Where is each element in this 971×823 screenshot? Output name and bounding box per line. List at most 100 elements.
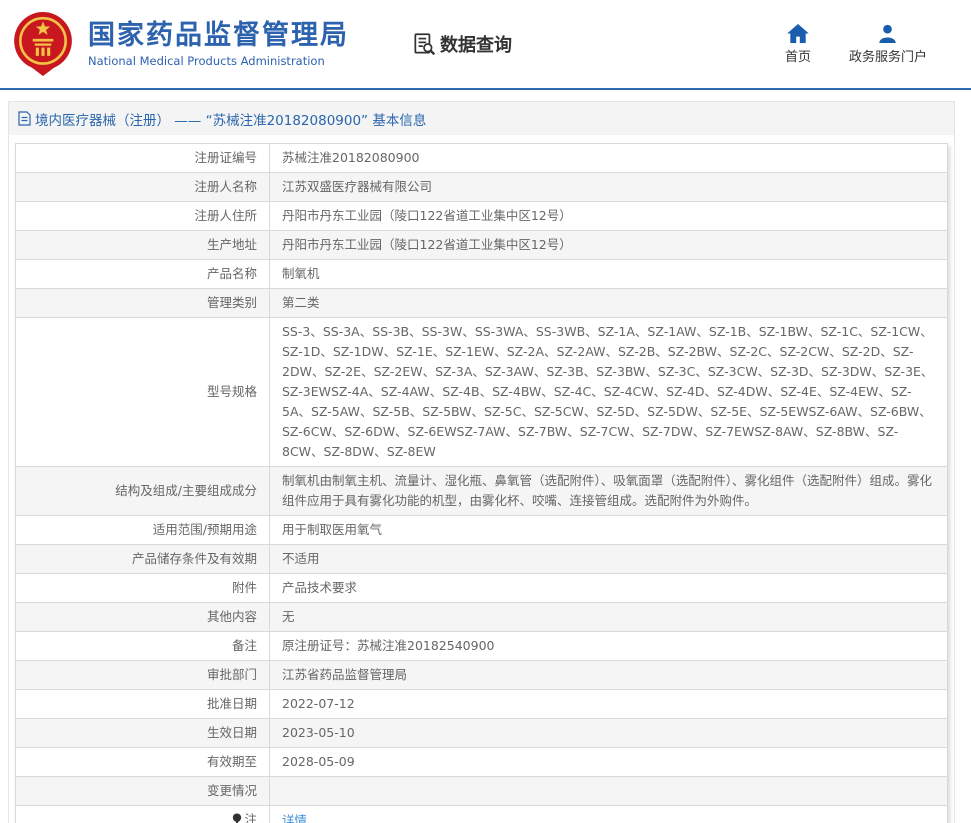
row-label: 管理类别 [16, 289, 270, 318]
data-query-tab[interactable]: 数据查询 [411, 31, 512, 57]
table-row: 型号规格 SS-3、SS-3A、SS-3B、SS-3W、SS-3WA、SS-3W… [16, 318, 948, 467]
row-label-text: 注册人住所 [194, 208, 257, 223]
table-row: 产品储存条件及有效期 不适用 [16, 545, 948, 574]
row-label: 产品名称 [16, 260, 270, 289]
table-row: 有效期至 2028-05-09 [16, 748, 948, 777]
row-label: 附件 [16, 574, 270, 603]
nav-portal-label: 政务服务门户 [849, 46, 927, 65]
row-label: 审批部门 [16, 661, 270, 690]
row-label-text: 其他内容 [207, 609, 257, 624]
table-row: 注册证编号 苏械注准20182080900 [16, 144, 948, 173]
row-label-text: 管理类别 [207, 295, 257, 310]
table-row: 注册人住所 丹阳市丹东工业园（陵口122省道工业集中区12号） [16, 202, 948, 231]
row-value: 产品技术要求 [270, 574, 948, 603]
org-name-cn: 国家药品监督管理局 [88, 20, 349, 51]
row-label: 注册证编号 [16, 144, 270, 173]
row-label-text: 注册证编号 [194, 150, 257, 165]
main-content: 境内医疗器械（注册） —— “苏械注准20182080900” 基本信息 注册证… [0, 90, 971, 823]
row-value: SS-3、SS-3A、SS-3B、SS-3W、SS-3WA、SS-3WB、SZ-… [270, 318, 948, 467]
row-label-text: 生产地址 [207, 237, 257, 252]
row-label-text: 有效期至 [207, 754, 257, 769]
row-value: 苏械注准20182080900 [270, 144, 948, 173]
row-label: 变更情况 [16, 777, 270, 806]
detail-link[interactable]: 详情 [282, 813, 307, 823]
row-label-text: 适用范围/预期用途 [153, 522, 257, 537]
row-label-text: 附件 [232, 580, 257, 595]
table-wrap: 注册证编号 苏械注准20182080900 注册人名称 江苏双盛医疗器械有限公司… [9, 135, 954, 823]
row-label-text: 备注 [232, 638, 257, 653]
row-label-text: 结构及组成/主要组成成分 [115, 483, 257, 498]
user-icon [877, 24, 898, 43]
header-nav: 首页 政务服务门户 [785, 24, 927, 65]
row-value: 无 [270, 603, 948, 632]
row-label: 适用范围/预期用途 [16, 516, 270, 545]
row-label-text: 型号规格 [207, 384, 257, 399]
row-label: 注册人名称 [16, 173, 270, 202]
row-value: 2023-05-10 [270, 719, 948, 748]
breadcrumb: 境内医疗器械（注册） —— “苏械注准20182080900” 基本信息 [9, 102, 954, 135]
row-value: 详情 [270, 806, 948, 823]
row-label-text: 审批部门 [207, 667, 257, 682]
page-header: 国家药品监督管理局 National Medical Products Admi… [0, 0, 971, 90]
row-label-text: 注册人名称 [194, 179, 257, 194]
row-value: 第二类 [270, 289, 948, 318]
table-row: 适用范围/预期用途 用于制取医用氧气 [16, 516, 948, 545]
nav-home-label: 首页 [785, 46, 811, 65]
row-label: 注册人住所 [16, 202, 270, 231]
document-icon [18, 111, 31, 126]
org-title-block: 国家药品监督管理局 National Medical Products Admi… [88, 20, 349, 67]
table-row: 注册人名称 江苏双盛医疗器械有限公司 [16, 173, 948, 202]
row-label: 批准日期 [16, 690, 270, 719]
info-table-body: 注册证编号 苏械注准20182080900 注册人名称 江苏双盛医疗器械有限公司… [16, 144, 948, 823]
org-name-en: National Medical Products Administration [88, 54, 349, 68]
document-search-icon [411, 31, 437, 57]
table-row: 管理类别 第二类 [16, 289, 948, 318]
row-label: 结构及组成/主要组成成分 [16, 467, 270, 516]
row-label: 型号规格 [16, 318, 270, 467]
row-label: 其他内容 [16, 603, 270, 632]
row-label-text: 批准日期 [207, 696, 257, 711]
table-row: 生产地址 丹阳市丹东工业园（陵口122省道工业集中区12号） [16, 231, 948, 260]
row-value: 2028-05-09 [270, 748, 948, 777]
row-value: 江苏双盛医疗器械有限公司 [270, 173, 948, 202]
table-row: 生效日期 2023-05-10 [16, 719, 948, 748]
note-balloon-icon [232, 811, 242, 823]
row-value: 江苏省药品监督管理局 [270, 661, 948, 690]
nmpa-emblem-logo [10, 11, 76, 77]
table-row: 其他内容 无 [16, 603, 948, 632]
row-value: 原注册证号：苏械注准20182540900 [270, 632, 948, 661]
table-row: 附件 产品技术要求 [16, 574, 948, 603]
registration-info-table: 注册证编号 苏械注准20182080900 注册人名称 江苏双盛医疗器械有限公司… [15, 143, 948, 823]
nav-item-home[interactable]: 首页 [785, 24, 811, 65]
row-label: 生效日期 [16, 719, 270, 748]
row-label-text: 产品名称 [207, 266, 257, 281]
table-row: 批准日期 2022-07-12 [16, 690, 948, 719]
breadcrumb-text: 境内医疗器械（注册） —— “苏械注准20182080900” 基本信息 [35, 109, 426, 129]
row-value: 制氧机由制氧主机、流量计、湿化瓶、鼻氧管（选配附件）、吸氧面罩（选配附件）、雾化… [270, 467, 948, 516]
row-value: 用于制取医用氧气 [270, 516, 948, 545]
row-label-text: 变更情况 [207, 783, 257, 798]
table-row: 产品名称 制氧机 [16, 260, 948, 289]
row-label: 产品储存条件及有效期 [16, 545, 270, 574]
content-panel: 境内医疗器械（注册） —— “苏械注准20182080900” 基本信息 注册证… [8, 101, 955, 823]
row-label: 注 [16, 806, 270, 823]
data-query-label: 数据查询 [440, 31, 512, 57]
row-label-text: 生效日期 [207, 725, 257, 740]
row-label-text: 注 [244, 812, 257, 823]
table-row: 结构及组成/主要组成成分 制氧机由制氧主机、流量计、湿化瓶、鼻氧管（选配附件）、… [16, 467, 948, 516]
home-icon [787, 24, 809, 43]
row-value: 制氧机 [270, 260, 948, 289]
table-row: 变更情况 [16, 777, 948, 806]
table-row: 注 详情 [16, 806, 948, 823]
table-row: 备注 原注册证号：苏械注准20182540900 [16, 632, 948, 661]
row-label: 生产地址 [16, 231, 270, 260]
row-value: 不适用 [270, 545, 948, 574]
row-value [270, 777, 948, 806]
row-label-text: 产品储存条件及有效期 [132, 551, 257, 566]
nav-item-portal[interactable]: 政务服务门户 [849, 24, 927, 65]
row-label: 备注 [16, 632, 270, 661]
row-value: 丹阳市丹东工业园（陵口122省道工业集中区12号） [270, 202, 948, 231]
row-value: 2022-07-12 [270, 690, 948, 719]
table-row: 审批部门 江苏省药品监督管理局 [16, 661, 948, 690]
row-label: 有效期至 [16, 748, 270, 777]
